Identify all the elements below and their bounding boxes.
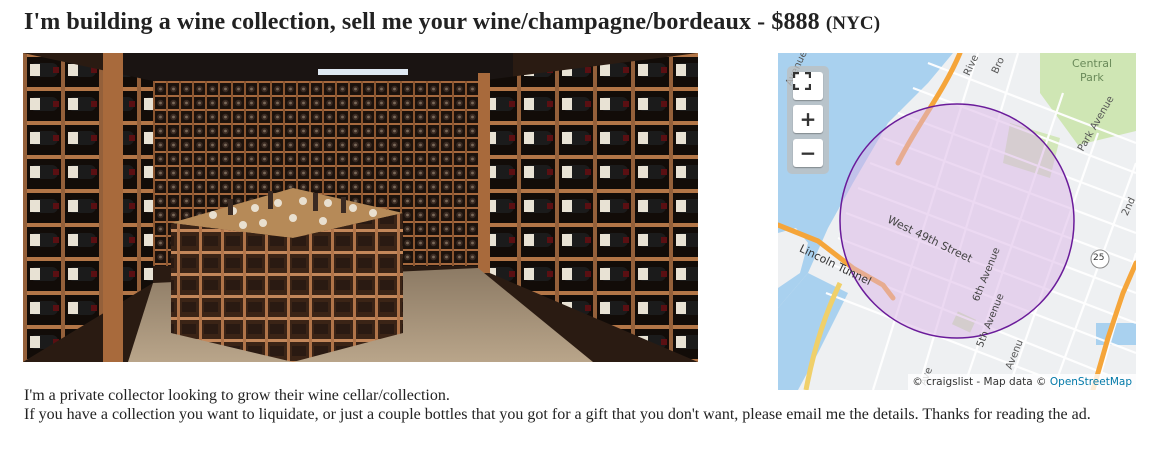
map-tiles (778, 53, 1136, 390)
posting-body-line-2: If you have a collection you want to liq… (24, 406, 1091, 423)
map-label-central-park-2: Park (1080, 71, 1104, 84)
posting-body: I'm a private collector looking to grow … (24, 386, 1134, 424)
posting-location: (NYC) (825, 13, 881, 34)
fullscreen-icon (793, 72, 811, 90)
map-controls: + − (787, 66, 829, 174)
posting-title-text: I'm building a wine collection, sell me … (24, 9, 820, 35)
posting-body-line-1: I'm a private collector looking to grow … (24, 387, 450, 404)
map-route-badge: 25 (1093, 253, 1105, 263)
wine-cellar-photo (23, 53, 698, 362)
posting-map[interactable]: Central Park Park Avenue West 49th Stree… (778, 53, 1136, 390)
fullscreen-button[interactable] (793, 72, 823, 100)
zoom-out-button[interactable]: − (793, 139, 823, 167)
map-label-central-park-1: Central (1072, 57, 1113, 70)
zoom-in-button[interactable]: + (793, 105, 823, 133)
posting-title: I'm building a wine collection, sell me … (24, 9, 880, 36)
posting-image[interactable] (23, 53, 698, 362)
